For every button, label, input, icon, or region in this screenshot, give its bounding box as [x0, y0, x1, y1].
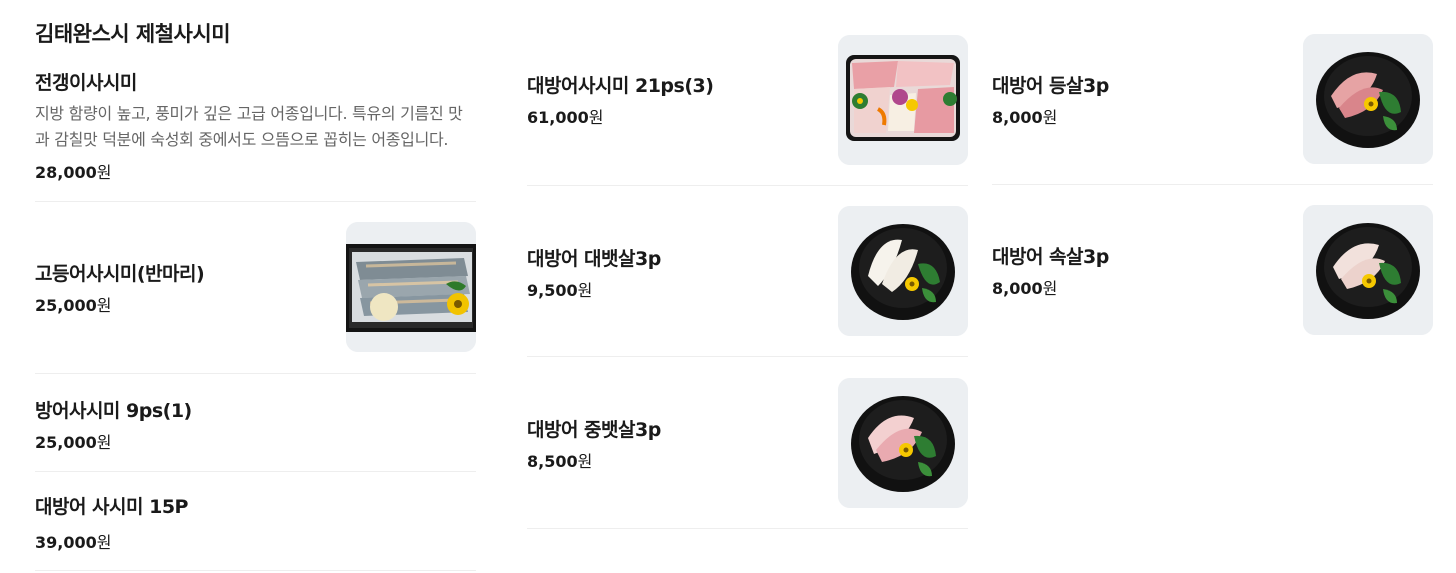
- menu-item-name: 대방어 속살3p: [992, 246, 1109, 268]
- menu-item-daebangeo-soksal[interactable]: 대방어 속살3p 8,000원: [992, 185, 1433, 335]
- menu-item-price: 25,000원: [35, 433, 112, 452]
- menu-item-daebangeo-15p[interactable]: 대방어 사시미 15P 39,000원: [35, 472, 476, 571]
- menu-item-name: 대방어 대뱃살3p: [527, 248, 661, 270]
- menu-item-price: 8,000원: [992, 108, 1058, 127]
- section-title: 김태완스시 제철사시미: [35, 22, 231, 46]
- menu-item-name: 방어사시미 9ps(1): [35, 400, 192, 422]
- menu-item-price: 9,500원: [527, 281, 593, 300]
- menu-item-daebangeo-daebaetsal[interactable]: 대방어 대뱃살3p 9,500원: [527, 186, 968, 357]
- menu-item-name: 대방어사시미 21ps(3): [527, 75, 714, 97]
- menu-item-name: 대방어 중뱃살3p: [527, 419, 661, 441]
- mackerel-sashimi-image: [346, 222, 476, 352]
- menu-item-name: 전갱이사시미: [35, 72, 137, 94]
- menu-item-name: 대방어 등살3p: [992, 75, 1109, 97]
- menu-item-jeongaengi[interactable]: 전갱이사시미 지방 함량이 높고, 풍미가 깊은 고급 어종입니다. 특유의 기…: [35, 64, 476, 202]
- menu-item-name: 대방어 사시미 15P: [35, 496, 188, 518]
- red-sashimi-image: [1303, 34, 1433, 164]
- menu-item-name: 고등어사시미(반마리): [35, 263, 205, 285]
- menu-item-price: 25,000원: [35, 296, 112, 315]
- menu-item-price: 61,000원: [527, 108, 604, 127]
- pink-sashimi-image: [838, 378, 968, 508]
- menu-item-daebangeo-21ps[interactable]: 대방어사시미 21ps(3) 61,000원: [527, 0, 968, 186]
- pale-sashimi-image: [1303, 205, 1433, 335]
- assorted-sashimi-image: [838, 35, 968, 165]
- menu-item-bangeo-9ps[interactable]: 방어사시미 9ps(1) 25,000원: [35, 374, 476, 472]
- menu-item-daebangeo-deungsal[interactable]: 대방어 등살3p 8,000원: [992, 0, 1433, 185]
- menu-item-price: 39,000원: [35, 533, 112, 552]
- menu-item-daebangeo-jungbaetsal[interactable]: 대방어 중뱃살3p 8,500원: [527, 357, 968, 529]
- menu-item-price: 28,000원: [35, 163, 112, 182]
- white-sashimi-image: [838, 206, 968, 336]
- menu-item-godeungeo[interactable]: 고등어사시미(반마리) 25,000원: [35, 202, 476, 374]
- menu-item-price: 8,500원: [527, 452, 593, 471]
- menu-item-price: 8,000원: [992, 279, 1058, 298]
- menu-item-description: 지방 함량이 높고, 풍미가 깊은 고급 어종입니다. 특유의 기름진 맛과 감…: [35, 104, 463, 149]
